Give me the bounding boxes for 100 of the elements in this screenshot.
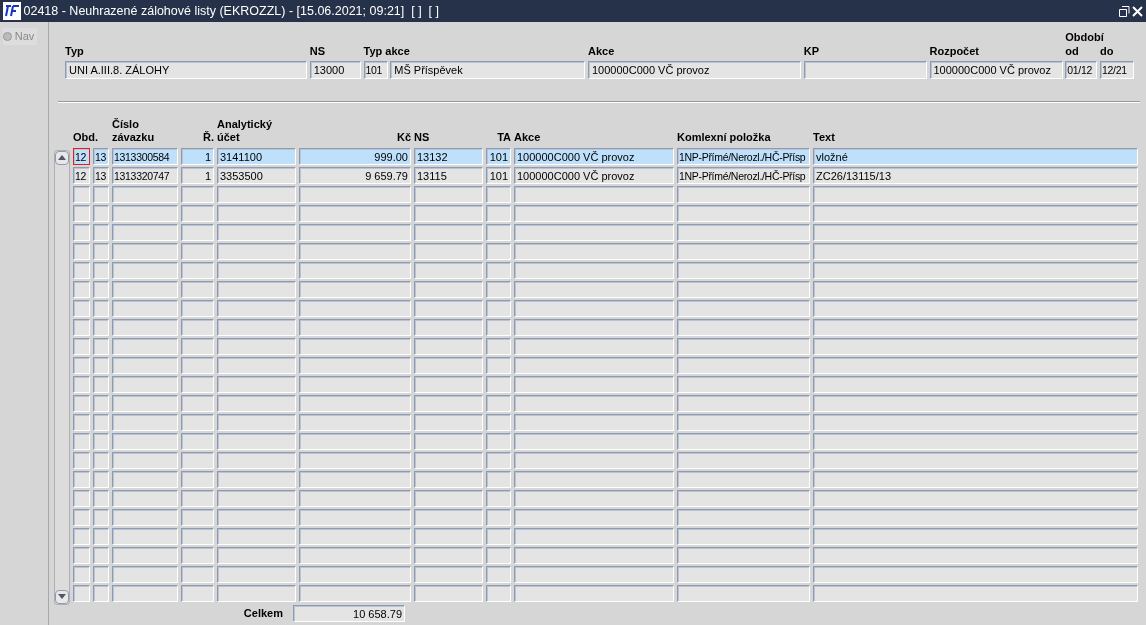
table-cell[interactable] [299, 565, 411, 583]
table-cell[interactable] [73, 565, 90, 583]
text-field[interactable]: 100000C000 VČ provoz [929, 60, 1063, 79]
table-cell[interactable] [181, 508, 214, 526]
table-cell[interactable] [217, 413, 296, 431]
table-cell[interactable] [217, 470, 296, 488]
table-cell[interactable] [217, 432, 296, 450]
table-cell[interactable] [414, 337, 483, 355]
table-cell[interactable] [677, 546, 810, 564]
table-cell[interactable] [299, 204, 411, 222]
table-cell[interactable] [414, 565, 483, 583]
table-cell[interactable] [112, 470, 178, 488]
table-cell[interactable] [181, 185, 214, 203]
table-cell[interactable] [93, 223, 109, 241]
table-cell[interactable]: 13115 [414, 166, 483, 184]
table-cell[interactable] [299, 261, 411, 279]
table-cell[interactable] [112, 432, 178, 450]
table-cell[interactable] [112, 204, 178, 222]
table-cell[interactable] [217, 337, 296, 355]
scroll-up-button[interactable] [55, 150, 69, 165]
table-cell[interactable] [414, 204, 483, 222]
table-cell[interactable] [93, 356, 109, 374]
text-field[interactable] [803, 60, 927, 79]
table-cell[interactable] [813, 375, 1138, 393]
table-cell[interactable] [486, 546, 511, 564]
table-cell[interactable] [414, 318, 483, 336]
table-cell[interactable] [181, 565, 214, 583]
table-cell[interactable] [299, 280, 411, 298]
table-cell[interactable] [299, 527, 411, 545]
table-cell[interactable] [112, 451, 178, 469]
table-cell[interactable]: 100000C000 VČ provoz [514, 166, 674, 184]
table-cell[interactable] [112, 242, 178, 260]
table-cell[interactable] [486, 508, 511, 526]
table-cell[interactable] [514, 451, 674, 469]
table-cell[interactable] [93, 432, 109, 450]
table-cell[interactable] [299, 546, 411, 564]
scroll-down-button[interactable] [55, 589, 69, 604]
table-cell[interactable] [486, 318, 511, 336]
table-cell[interactable] [112, 318, 178, 336]
table-cell[interactable] [181, 489, 214, 507]
table-cell[interactable]: 101 [486, 166, 511, 184]
table-cell[interactable] [217, 204, 296, 222]
table-cell[interactable] [486, 413, 511, 431]
table-cell[interactable] [217, 375, 296, 393]
table-cell[interactable] [93, 451, 109, 469]
table-cell[interactable] [486, 584, 511, 602]
table-cell[interactable] [112, 261, 178, 279]
table-cell[interactable] [73, 470, 90, 488]
table-cell[interactable] [181, 280, 214, 298]
table-cell[interactable] [181, 356, 214, 374]
table-cell[interactable]: 13 [93, 147, 109, 165]
table-cell[interactable] [299, 584, 411, 602]
table-cell[interactable] [217, 565, 296, 583]
table-cell[interactable] [677, 565, 810, 583]
table-cell[interactable] [514, 565, 674, 583]
table-cell[interactable]: 999.00 [299, 147, 411, 165]
table-cell[interactable] [514, 204, 674, 222]
table-cell[interactable] [813, 280, 1138, 298]
table-cell[interactable] [677, 356, 810, 374]
table-cell[interactable] [813, 356, 1138, 374]
table-cell[interactable]: 12 [73, 147, 90, 165]
table-cell[interactable] [73, 451, 90, 469]
table-cell[interactable] [813, 413, 1138, 431]
table-cell[interactable] [73, 337, 90, 355]
table-cell[interactable] [414, 470, 483, 488]
table-cell[interactable] [813, 489, 1138, 507]
table-cell[interactable] [414, 432, 483, 450]
table-cell[interactable] [514, 432, 674, 450]
table-cell[interactable] [217, 299, 296, 317]
table-cell[interactable] [217, 546, 296, 564]
table-cell[interactable] [514, 261, 674, 279]
table-cell[interactable] [677, 508, 810, 526]
table-cell[interactable] [514, 546, 674, 564]
text-field[interactable]: UNI A.III.8. ZÁLOHY [65, 60, 307, 79]
table-cell[interactable] [514, 375, 674, 393]
table-cell[interactable] [486, 565, 511, 583]
table-cell[interactable] [73, 546, 90, 564]
table-cell[interactable] [677, 337, 810, 355]
table-cell[interactable] [73, 375, 90, 393]
table-cell[interactable] [813, 299, 1138, 317]
table-cell[interactable] [486, 223, 511, 241]
table-cell[interactable] [112, 185, 178, 203]
table-cell[interactable] [486, 242, 511, 260]
table-cell[interactable]: 100000C000 VČ provoz [514, 147, 674, 165]
table-cell[interactable] [112, 489, 178, 507]
table-cell[interactable] [73, 280, 90, 298]
table-cell[interactable] [486, 489, 511, 507]
table-cell[interactable] [486, 451, 511, 469]
table-cell[interactable] [181, 527, 214, 545]
table-cell[interactable] [112, 223, 178, 241]
table-cell[interactable] [299, 242, 411, 260]
table-cell[interactable] [73, 356, 90, 374]
table-cell[interactable] [813, 318, 1138, 336]
table-cell[interactable] [299, 489, 411, 507]
table-cell[interactable] [181, 204, 214, 222]
table-cell[interactable] [112, 527, 178, 545]
text-field[interactable]: 12/21 [1100, 60, 1134, 79]
table-cell[interactable] [414, 584, 483, 602]
table-cell[interactable]: 13132 [414, 147, 483, 165]
table-cell[interactable] [486, 337, 511, 355]
